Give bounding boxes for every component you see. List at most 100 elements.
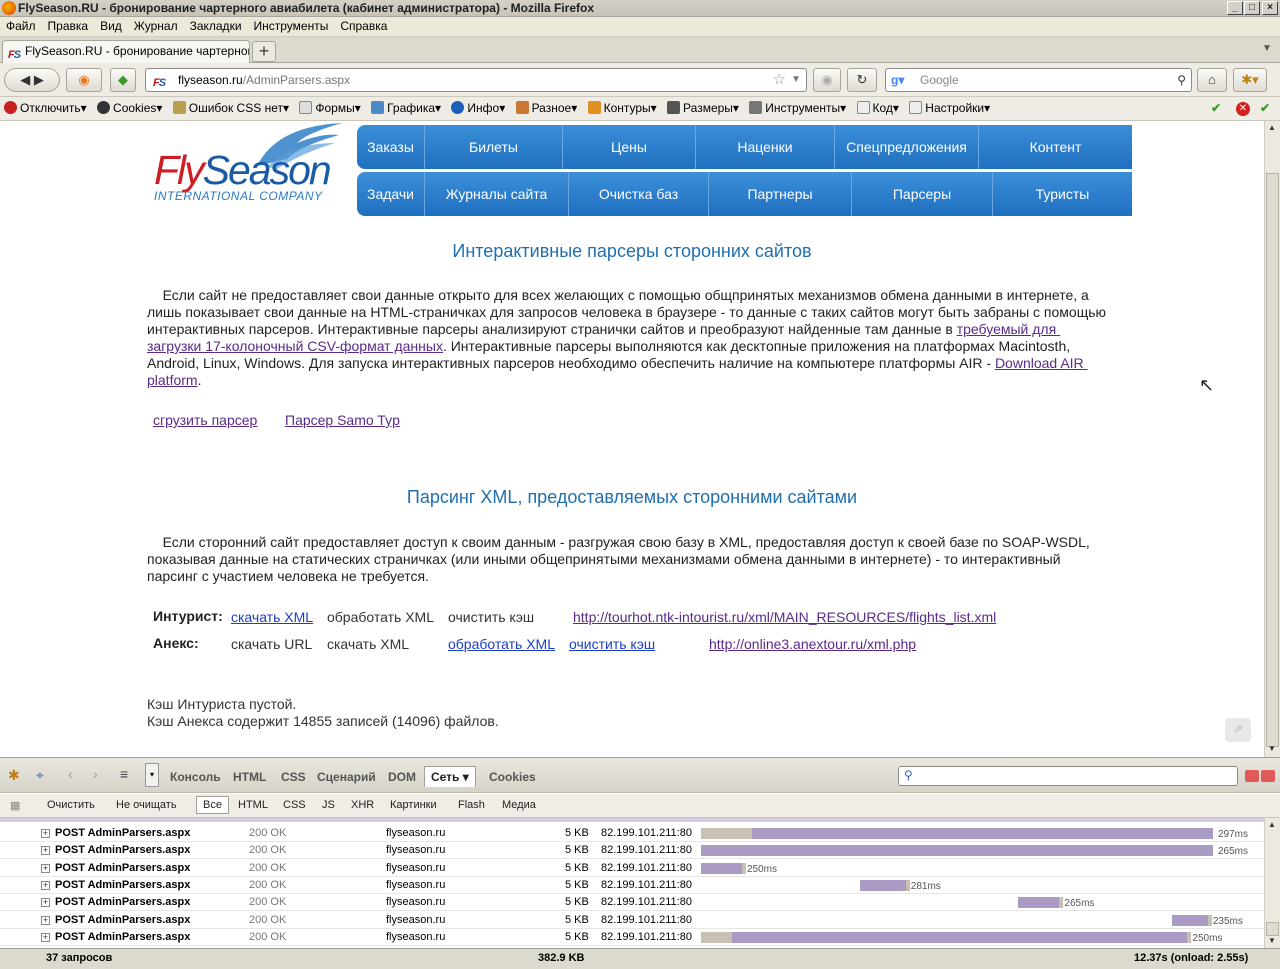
net-request-row[interactable]: + POST AdminParsers.aspx 200 OK flyseason.r… xyxy=(0,842,1264,860)
fb-tab-css[interactable]: CSS xyxy=(281,770,306,784)
fb-close-icon[interactable] xyxy=(1261,770,1275,782)
scroll-down-icon[interactable]: ▼ xyxy=(1268,744,1276,753)
wd-misc[interactable]: Разное▾ xyxy=(515,97,577,120)
page-scrollbar[interactable]: ▲ ▼ xyxy=(1264,121,1280,757)
menu-help[interactable]: Справка xyxy=(334,17,393,35)
net-scroll-down-icon[interactable]: ▼ xyxy=(1268,936,1276,945)
fb-tab-net[interactable]: Сеть ▾ xyxy=(424,766,476,787)
menu-bookmarks[interactable]: Закладки xyxy=(184,17,248,35)
net-filter-media[interactable]: Медиа xyxy=(502,799,536,811)
share-icon[interactable]: ⇗ xyxy=(1225,718,1251,742)
expand-icon[interactable]: + xyxy=(41,829,50,838)
valid-check-icon[interactable]: ✔ xyxy=(1211,97,1221,120)
expand-icon[interactable]: + xyxy=(41,880,50,890)
nav-special-offers[interactable]: Спецпредложения xyxy=(835,125,979,169)
net-filter-css[interactable]: CSS xyxy=(283,799,306,811)
wd-images[interactable]: Графика▾ xyxy=(371,97,441,120)
menu-tools[interactable]: Инструменты xyxy=(248,17,335,35)
nav-parsers[interactable]: Парсеры xyxy=(852,172,993,216)
expand-icon[interactable]: + xyxy=(41,932,50,942)
intourist-url-link[interactable]: http://tourhot.ntk-intourist.ru/xml/MAIN… xyxy=(573,609,996,625)
addon-icon[interactable]: ◆ xyxy=(110,68,136,92)
fb-search-input[interactable]: ⚲ xyxy=(898,766,1238,786)
net-clear-button[interactable]: Очистить xyxy=(47,799,95,811)
close-icon[interactable]: × xyxy=(1262,1,1278,15)
net-scroll-up-icon[interactable]: ▲ xyxy=(1268,820,1276,829)
error-icon[interactable]: ✕ xyxy=(1236,102,1250,116)
anex-clear-cache-link[interactable]: очистить кэш xyxy=(569,636,655,652)
nav-markups[interactable]: Наценки xyxy=(696,125,835,169)
back-forward-button[interactable]: ◀ ▶ xyxy=(4,68,60,92)
nav-partners[interactable]: Партнеры xyxy=(709,172,852,216)
fb-tab-dom[interactable]: DOM xyxy=(388,770,416,784)
net-request-row[interactable]: + POST AdminParsers.aspx 200 OK flyseason.r… xyxy=(0,860,1264,877)
expand-icon[interactable]: + xyxy=(41,846,50,856)
wd-info[interactable]: Инфо▾ xyxy=(451,97,505,120)
nav-tasks[interactable]: Задачи xyxy=(357,172,425,216)
net-filter-all[interactable]: Все xyxy=(196,796,229,814)
net-filter-xhr[interactable]: XHR xyxy=(351,799,374,811)
rss-icon[interactable]: ◉ xyxy=(66,68,102,92)
search-icon[interactable]: ⚲ xyxy=(1177,69,1186,91)
net-request-row[interactable]: + POST AdminParsers.aspx 200 OK flyseason.r… xyxy=(0,877,1264,894)
menu-view[interactable]: Вид xyxy=(94,17,128,35)
net-filter-html[interactable]: HTML xyxy=(238,799,268,811)
back-icon[interactable]: ◀ xyxy=(20,72,30,87)
wd-resize[interactable]: Размеры▾ xyxy=(667,97,739,120)
fb-tab-console[interactable]: Консоль xyxy=(170,770,221,784)
nav-db-cleanup[interactable]: Очистка баз xyxy=(569,172,709,216)
nav-content[interactable]: Контент xyxy=(979,125,1132,169)
reload-icon[interactable]: ↻ xyxy=(847,68,877,92)
nav-tickets[interactable]: Билеты xyxy=(425,125,563,169)
wd-cookies[interactable]: Cookies▾ xyxy=(97,97,162,120)
fb-forward-icon[interactable]: › xyxy=(93,766,98,782)
nav-prices[interactable]: Цены xyxy=(563,125,696,169)
url-dropdown-icon[interactable]: ▼ xyxy=(791,69,801,91)
maximize-icon[interactable]: □ xyxy=(1244,1,1260,15)
net-request-row[interactable]: + POST AdminParsers.aspx 200 OK flyseason.r… xyxy=(0,825,1264,842)
menu-edit[interactable]: Правка xyxy=(42,17,95,35)
fb-minimize-icon[interactable] xyxy=(1245,770,1259,782)
wd-options[interactable]: Настройки▾ xyxy=(909,97,990,120)
wd-tools[interactable]: Инструменты▾ xyxy=(749,97,846,120)
firebug-bug-icon[interactable]: ✱ xyxy=(8,767,20,784)
expand-icon[interactable]: + xyxy=(41,898,50,908)
wd-outline[interactable]: Контуры▾ xyxy=(587,97,657,120)
search-input[interactable]: g▾ Google ⚲ xyxy=(885,68,1192,92)
intourist-download-xml-link[interactable]: скачать XML xyxy=(231,609,313,625)
net-request-row[interactable]: + POST AdminParsers.aspx 200 OK flyseason.r… xyxy=(0,929,1264,946)
firebug-icon[interactable]: ✱▾ xyxy=(1233,68,1267,92)
fb-tab-script[interactable]: Сценарий xyxy=(317,770,376,784)
samo-parser-link[interactable]: Парсер Samo Typ xyxy=(285,412,400,428)
new-tab-button[interactable]: + xyxy=(252,41,276,62)
inspect-icon[interactable]: ⌖ xyxy=(36,767,44,784)
fb-back-icon[interactable]: ‹ xyxy=(68,766,73,782)
forward-icon[interactable]: ▶ xyxy=(34,72,44,87)
wd-source[interactable]: Код▾ xyxy=(856,97,899,120)
bookmark-star-icon[interactable]: ☆ xyxy=(773,69,786,91)
fb-menu-icon[interactable]: ≡ xyxy=(120,766,128,782)
google-icon[interactable]: g▾ xyxy=(891,69,904,91)
page-scroll-thumb[interactable] xyxy=(1266,173,1279,747)
nav-orders[interactable]: Заказы xyxy=(357,125,425,169)
expand-icon[interactable]: + xyxy=(41,863,50,873)
minimize-icon[interactable]: _ xyxy=(1227,1,1243,15)
anex-process-xml-link[interactable]: обработать XML xyxy=(448,636,555,652)
valid-check-2-icon[interactable]: ✔ xyxy=(1260,97,1270,120)
browser-tab[interactable]: FS FlySeason.RU - бронирование чартерног… xyxy=(2,40,250,63)
feed-icon[interactable]: ◉ xyxy=(813,68,841,92)
wd-disable[interactable]: Отключить▾ xyxy=(4,97,87,120)
net-filter-flash[interactable]: Flash xyxy=(458,799,485,811)
net-filter-images[interactable]: Картинки xyxy=(390,799,437,811)
net-filter-js[interactable]: JS xyxy=(322,799,335,811)
download-parser-link[interactable]: сгрузить парсер xyxy=(153,412,257,428)
fb-tab-html[interactable]: HTML xyxy=(233,770,266,784)
xhr-breakpoint-icon[interactable]: ▦ xyxy=(10,799,20,812)
tab-list-icon[interactable]: ▼ xyxy=(1262,43,1272,54)
net-request-row[interactable]: + POST AdminParsers.aspx 200 OK flyseason.r… xyxy=(0,912,1264,929)
nav-site-logs[interactable]: Журналы сайта xyxy=(425,172,569,216)
wd-css-errors[interactable]: Ошибок CSS нет▾ xyxy=(172,97,289,120)
net-scrollbar[interactable]: ▲ ▼ xyxy=(1264,818,1280,948)
fb-dropdown-icon[interactable]: ▾ xyxy=(145,763,159,787)
site-logo[interactable]: FlySeason INTERNATIONAL COMPANY xyxy=(152,121,352,211)
